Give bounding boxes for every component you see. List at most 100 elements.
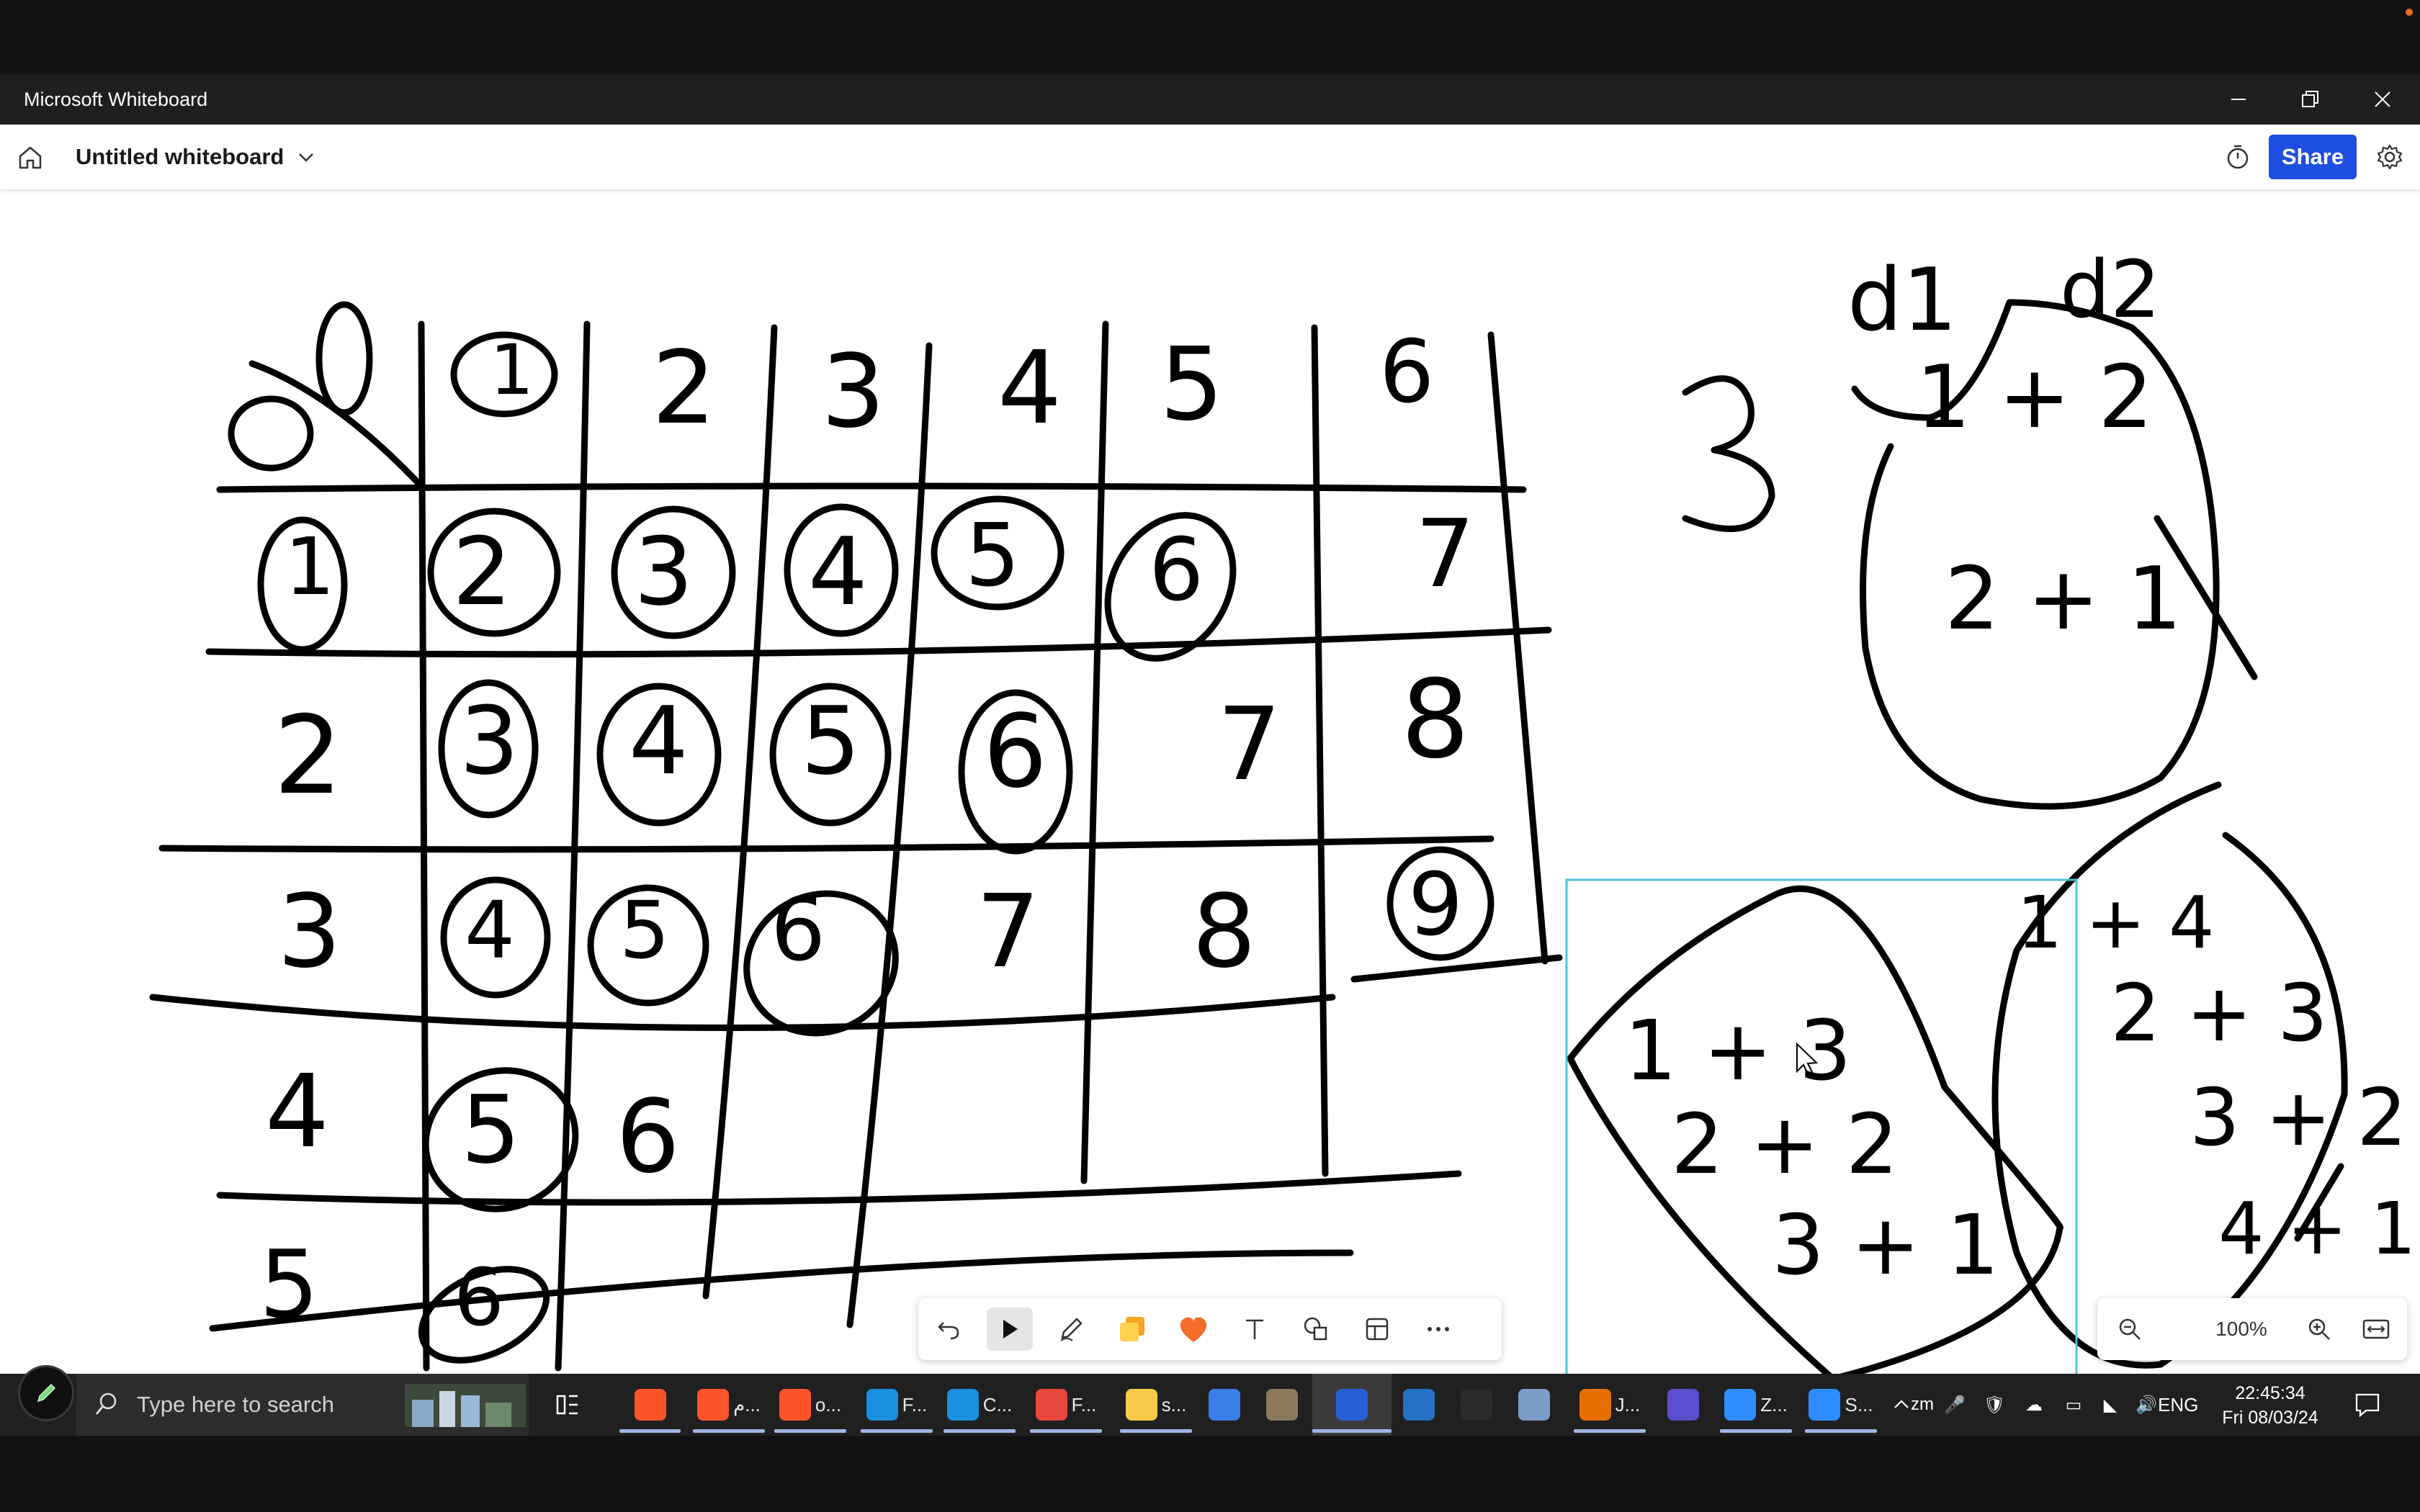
bag-text: 1 + 2: [1916, 348, 2154, 448]
task-view-button[interactable]: [542, 1374, 593, 1436]
pen-icon: [37, 1383, 56, 1403]
taskbar: Type here to search م... o... F... C... F...…: [0, 1374, 2420, 1436]
grid-cell: 7: [1415, 499, 1475, 608]
taskbar-app-button[interactable]: [1509, 1374, 1559, 1436]
grid-cell: 6: [983, 693, 1048, 811]
zoom-out-button[interactable]: [2112, 1311, 2148, 1347]
microphone-icon[interactable]: 🎤: [1939, 1374, 1971, 1436]
whiteboard-canvas[interactable]: 1 2 3 4 5 6 1 2 3 4 5 2 3 4 5 6 7 3 4 5 …: [0, 189, 2420, 1374]
notifications-button[interactable]: [2352, 1389, 2383, 1421]
grid-cell: 3: [460, 686, 519, 796]
grid-cell: 5: [461, 1075, 521, 1184]
zoom-out-icon: [2119, 1318, 2141, 1340]
d-label: d2: [2060, 243, 2161, 336]
taskbar-app-button[interactable]: C...: [944, 1374, 1016, 1436]
grid-cell: 9: [1408, 855, 1464, 955]
undo-button[interactable]: [926, 1308, 972, 1351]
grid-cell: 7: [976, 873, 1041, 991]
taskbar-app-label: S...: [1845, 1393, 1873, 1416]
share-button[interactable]: Share: [2269, 135, 2357, 179]
timer-icon: [2227, 145, 2249, 169]
taskbar-app-button[interactable]: F...: [861, 1374, 933, 1436]
text-tool[interactable]: [1232, 1308, 1278, 1351]
obs-icon: [1667, 1389, 1699, 1421]
bag-text: 1 + 3: [1624, 1003, 1852, 1099]
taskbar-search[interactable]: Type here to search: [76, 1374, 529, 1436]
taskbar-app-button[interactable]: [1394, 1374, 1444, 1436]
taskbar-app-button[interactable]: [1257, 1374, 1307, 1436]
home-button[interactable]: [14, 142, 46, 174]
header-number: 2: [652, 330, 717, 447]
edge-icon: [946, 1389, 979, 1421]
cloud-icon[interactable]: ☁: [2018, 1374, 2050, 1436]
taskbar-app-button[interactable]: م...: [693, 1374, 765, 1436]
taskbar-app-button[interactable]: o...: [774, 1374, 846, 1436]
input-language[interactable]: ENG: [2158, 1374, 2198, 1436]
taskbar-app-button[interactable]: S...: [1805, 1374, 1877, 1436]
wifi-icon[interactable]: ◣: [2094, 1374, 2126, 1436]
edge-icon: [866, 1389, 898, 1421]
brave-icon: [634, 1389, 666, 1421]
bag-text: 2 + 2: [1671, 1097, 1899, 1193]
bag-text: 2 + 3: [2110, 967, 2329, 1059]
close-icon: [2375, 91, 2390, 107]
zoom-level[interactable]: 100%: [2184, 1298, 2299, 1360]
minimize-icon: [2231, 99, 2246, 100]
security-icon[interactable]: 🛡: [1978, 1374, 2010, 1436]
taskbar-app-button[interactable]: s...: [1120, 1374, 1192, 1436]
select-tool[interactable]: [987, 1308, 1033, 1351]
grid-cell: 5: [801, 686, 861, 796]
taskbar-app-label: م...: [733, 1393, 761, 1416]
clock-time: 22:45:34: [2235, 1383, 2305, 1403]
recording-indicator: [2406, 9, 2413, 16]
zoom-tray-icon[interactable]: zm: [1906, 1374, 1938, 1436]
grid-cell: 6: [771, 881, 826, 981]
grid-cell: 6: [1149, 521, 1204, 621]
fit-to-screen-button[interactable]: [2358, 1311, 2394, 1347]
taskbar-app-label: F...: [1071, 1393, 1097, 1416]
bag-text: 3 + 1: [1772, 1197, 1999, 1294]
grid-cell: 6: [454, 1251, 504, 1344]
board-title-dropdown[interactable]: [295, 146, 317, 168]
taskbar-app-button[interactable]: [1199, 1374, 1250, 1436]
grid-cell: 7: [1217, 686, 1282, 804]
gear-icon: [2377, 144, 2403, 170]
taskbar-app-button[interactable]: [1312, 1374, 1392, 1436]
word-doc-icon: [1209, 1389, 1240, 1421]
taskbar-app-button[interactable]: J...: [1574, 1374, 1646, 1436]
restore-button[interactable]: [2278, 74, 2343, 125]
pen-workspace-button[interactable]: [18, 1365, 74, 1421]
taskbar-app-button[interactable]: [619, 1374, 681, 1436]
settings-button[interactable]: [2373, 140, 2406, 174]
grid-cell: 8: [1401, 657, 1470, 783]
battery-icon[interactable]: ▭: [2058, 1374, 2089, 1436]
taskbar-app-button[interactable]: Z...: [1720, 1374, 1792, 1436]
clock[interactable]: 22:45:34 Fri 08/03/24: [2220, 1381, 2321, 1430]
taskbar-app-button[interactable]: [1451, 1374, 1502, 1436]
taskbar-app-label: J...: [1615, 1393, 1641, 1416]
board-title[interactable]: Untitled whiteboard: [76, 125, 284, 189]
shapes-tool[interactable]: [1293, 1308, 1339, 1351]
brave-icon: [697, 1389, 730, 1421]
taskbar-app-label: o...: [815, 1393, 842, 1416]
timer-button[interactable]: [2222, 141, 2254, 173]
app-header: Untitled whiteboard Share: [0, 125, 2420, 189]
reactions-tool[interactable]: [1170, 1308, 1216, 1351]
zoom-in-button[interactable]: [2301, 1311, 2337, 1347]
taskbar-app-button[interactable]: F...: [1030, 1374, 1102, 1436]
pen-tool[interactable]: [1048, 1308, 1094, 1351]
templates-tool[interactable]: [1354, 1308, 1400, 1351]
powershell-icon: [1403, 1389, 1435, 1421]
grid-cell: 4: [465, 884, 515, 976]
d-label: d1: [1847, 251, 1958, 351]
sticky-note-tool[interactable]: [1109, 1308, 1155, 1351]
close-window-button[interactable]: [2350, 74, 2415, 125]
minimize-button[interactable]: [2206, 74, 2271, 125]
document-icon: [1518, 1389, 1550, 1421]
grid-cell: 8: [1192, 873, 1257, 991]
header-number: 5: [1160, 326, 1224, 444]
taskbar-app-button[interactable]: [1658, 1374, 1708, 1436]
more-tools-button[interactable]: [1415, 1308, 1461, 1351]
window-title-bar: Microsoft Whiteboard: [0, 74, 2420, 125]
header-number: 3: [821, 333, 886, 451]
